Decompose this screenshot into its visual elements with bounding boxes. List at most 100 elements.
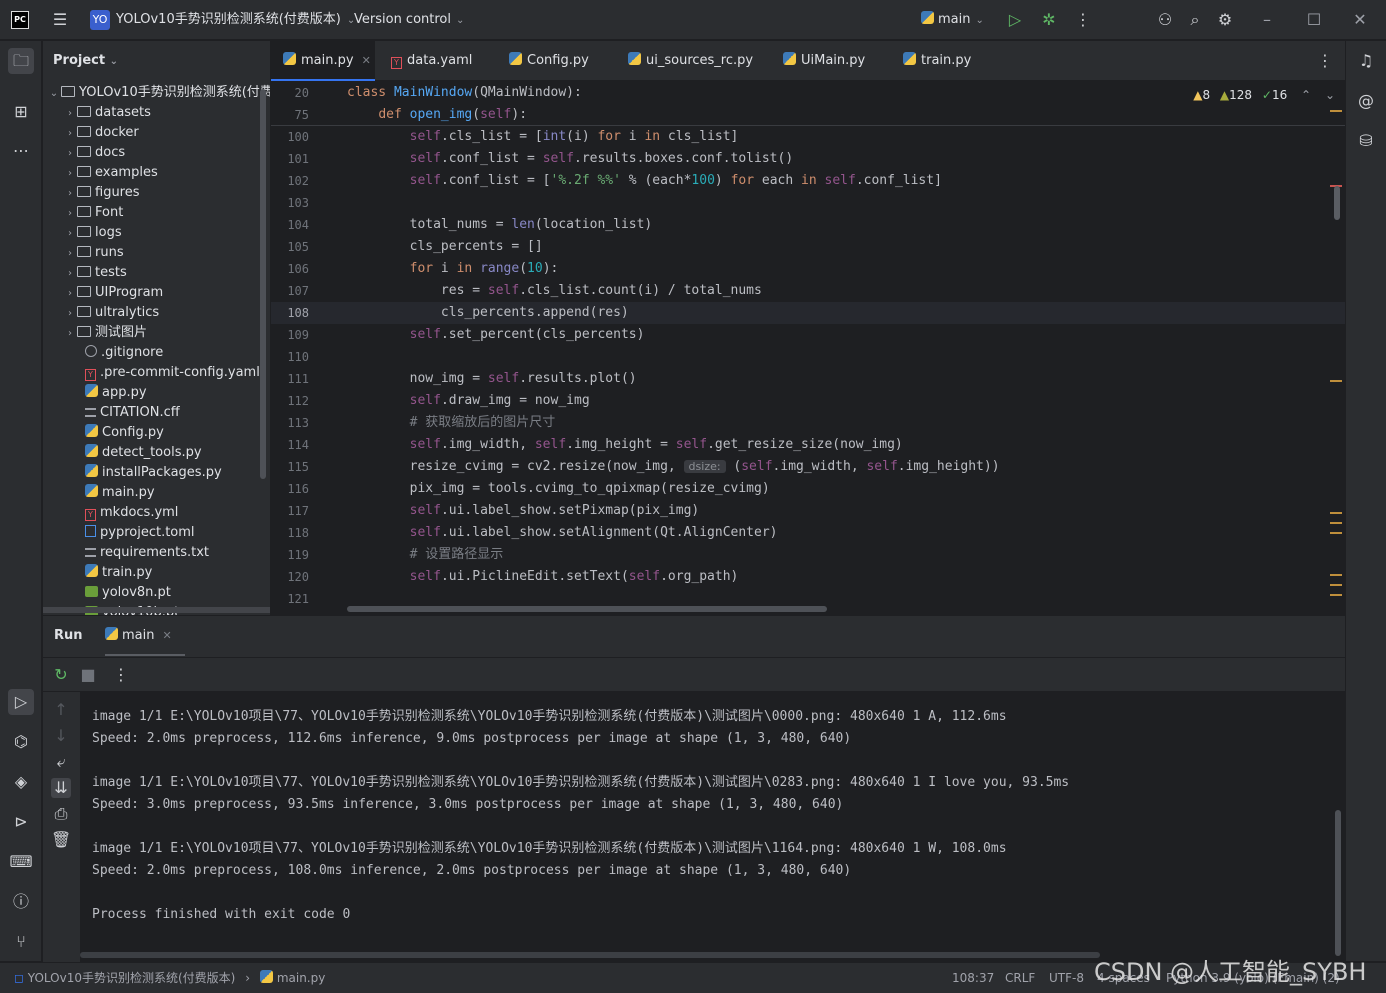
hamburger-menu-icon[interactable]: ☰ [50, 10, 70, 30]
tree-folder[interactable]: › docker [43, 123, 270, 143]
code-line[interactable]: for i in range(10): [347, 258, 559, 280]
tree-folder[interactable]: › datasets [43, 103, 270, 123]
previous-highlight-icon[interactable]: ⌃ [1301, 88, 1311, 102]
code-line[interactable]: pix_img = tools.cvimg_to_qpixmap(resize_… [347, 478, 770, 500]
console-horizontal-scrollbar[interactable] [80, 952, 1100, 958]
tree-file[interactable]: installPackages.py [43, 463, 270, 483]
close-tab-icon[interactable]: ✕ [362, 54, 371, 67]
up-arrow-icon[interactable]: ↑ [51, 700, 71, 720]
tree-file[interactable]: Config.py [43, 423, 270, 443]
run-config-selector[interactable]: main ⌄ [921, 0, 984, 40]
tree-folder[interactable]: › runs [43, 243, 270, 263]
error-stripe-marker[interactable] [1330, 512, 1342, 514]
tree-file[interactable]: Y .pre-commit-config.yaml [43, 363, 270, 383]
code-line[interactable]: self.conf_list = ['%.2f %%' % (each*100)… [347, 170, 942, 192]
down-arrow-icon[interactable]: ↓ [51, 726, 71, 746]
line-separator[interactable]: CRLF [1005, 963, 1035, 993]
tree-file[interactable]: CITATION.cff [43, 403, 270, 423]
code-line[interactable]: self.img_width, self.img_height = self.g… [347, 434, 903, 456]
tree-file[interactable]: yolov8n.pt [43, 583, 270, 603]
more-icon[interactable]: ⋮ [111, 665, 131, 685]
code-line[interactable]: self.ui.label_show.setAlignment(Qt.Align… [347, 522, 778, 544]
tab-ui-sources-rc-py[interactable]: ui_sources_rc.py [616, 41, 764, 81]
run-console[interactable]: image 1/1 E:\YOLOv10项目\77、YOLOv10手势识别检测系… [80, 692, 1345, 962]
minimize-icon[interactable]: – [1257, 10, 1277, 30]
rerun-icon[interactable]: ↻ [51, 665, 71, 685]
python-console-icon[interactable]: ⌬ [8, 729, 34, 755]
soft-wrap-icon[interactable]: ⤶ [51, 752, 71, 772]
tree-folder[interactable]: › figures [43, 183, 270, 203]
add-user-icon[interactable]: ⚇ [1155, 10, 1175, 30]
code-line[interactable]: total_nums = len(location_list) [347, 214, 653, 236]
more-tools-icon[interactable]: ⋯ [8, 138, 34, 164]
database-icon[interactable]: ⛁ [1353, 128, 1379, 154]
tree-file[interactable]: pyproject.toml [43, 523, 270, 543]
stop-icon[interactable]: ■ [78, 665, 98, 685]
tree-folder[interactable]: › Font [43, 203, 270, 223]
code-line[interactable]: self.conf_list = self.results.boxes.conf… [347, 148, 794, 170]
tree-file[interactable]: main.py [43, 483, 270, 503]
debug-icon[interactable]: ✲ [1039, 10, 1059, 30]
close-tab-icon[interactable]: ✕ [162, 629, 171, 642]
inspection-widget[interactable]: ▲8 ▲128 ✓16 ⌃ ⌄ [1193, 85, 1335, 105]
next-highlight-icon[interactable]: ⌄ [1325, 88, 1335, 102]
close-icon[interactable]: ✕ [1350, 10, 1370, 30]
error-stripe-marker[interactable] [1330, 522, 1342, 524]
notifications-icon[interactable]: ♫ [1353, 48, 1379, 74]
console-vertical-scrollbar[interactable] [1335, 810, 1341, 956]
sticky-code-line[interactable]: class MainWindow(QMainWindow): [347, 82, 582, 104]
more-icon[interactable]: ⋮ [1073, 10, 1093, 30]
error-stripe-marker[interactable] [1330, 532, 1342, 534]
search-icon[interactable]: ⌕ [1185, 10, 1205, 30]
tree-folder[interactable]: › logs [43, 223, 270, 243]
tree-folder[interactable]: › tests [43, 263, 270, 283]
sticky-code-line[interactable]: def open_img(self): [347, 104, 527, 126]
scroll-to-end-icon[interactable]: ⇊ [51, 778, 71, 798]
code-line[interactable]: self.ui.PiclineEdit.setText(self.org_pat… [347, 566, 739, 588]
run-tool-icon[interactable]: ▷ [8, 689, 34, 715]
tree-file[interactable]: .gitignore [43, 343, 270, 363]
ai-assistant-icon[interactable]: @ [1353, 88, 1379, 114]
breadcrumb[interactable]: ◻ YOLOv10手势识别检测系统(付费版本) › main.py [14, 963, 325, 993]
tree-file[interactable]: requirements.txt [43, 543, 270, 563]
tree-folder[interactable]: › 测试图片 [43, 323, 270, 343]
project-tool-icon[interactable]: 🗀 [8, 48, 34, 74]
error-stripe-marker[interactable] [1330, 594, 1342, 596]
code-line[interactable]: # 获取缩放后的图片尺寸 [347, 412, 556, 434]
breadcrumb-project[interactable]: YOLOv10手势识别检测系统(付费版本) [28, 971, 236, 985]
tree-file[interactable]: train.py [43, 563, 270, 583]
project-header[interactable]: Project ⌄ [43, 41, 270, 81]
tab-train-py[interactable]: train.py [891, 41, 991, 81]
structure-tool-icon[interactable]: ⊞ [8, 99, 34, 125]
services-icon[interactable]: ⊳ [8, 809, 34, 835]
run-tab-main[interactable]: main ✕ [105, 616, 185, 656]
code-line[interactable]: cls_percents = [] [347, 236, 543, 258]
code-line[interactable]: cls_percents.append(res) [347, 302, 629, 324]
error-stripe-marker[interactable] [1330, 380, 1342, 382]
error-stripe-marker[interactable] [1330, 110, 1342, 112]
error-stripe-marker[interactable] [1330, 574, 1342, 576]
settings-icon[interactable]: ⚙ [1215, 10, 1235, 30]
editor-horizontal-scrollbar[interactable] [347, 606, 827, 612]
tree-file[interactable]: Ymkdocs.yml [43, 503, 270, 523]
git-icon[interactable]: ⑂ [8, 929, 34, 955]
caret-position[interactable]: 108:37 [952, 963, 994, 993]
python-packages-icon[interactable]: ◈ [8, 769, 34, 795]
code-line[interactable]: self.set_percent(cls_percents) [347, 324, 645, 346]
project-horizontal-scrollbar[interactable] [43, 607, 270, 613]
tree-file[interactable]: app.py [43, 383, 270, 403]
vcs-widget[interactable]: Version control ⌄ [354, 0, 464, 40]
code-line[interactable]: res = self.cls_list.count(i) / total_num… [347, 280, 762, 302]
tab-uimain-py[interactable]: UiMain.py [771, 41, 883, 81]
tab-data-yaml[interactable]: Ydata.yaml [379, 41, 491, 81]
problems-icon[interactable]: ⓘ [8, 889, 34, 915]
code-line[interactable]: # 设置路径显示 [347, 544, 504, 566]
run-icon[interactable]: ▷ [1005, 10, 1025, 30]
tree-file[interactable]: detect_tools.py [43, 443, 270, 463]
file-encoding[interactable]: UTF-8 [1049, 963, 1084, 993]
tab-main-py[interactable]: main.py ✕ [271, 41, 375, 81]
code-line[interactable]: self.cls_list = [int(i) for i in cls_lis… [347, 126, 739, 148]
error-stripe-marker[interactable] [1330, 584, 1342, 586]
code-line[interactable]: self.ui.label_show.setPixmap(pix_img) [347, 500, 700, 522]
editor-vertical-scrollbar[interactable] [1334, 186, 1340, 220]
